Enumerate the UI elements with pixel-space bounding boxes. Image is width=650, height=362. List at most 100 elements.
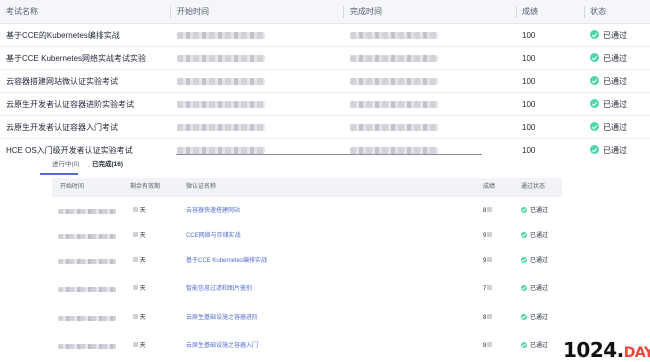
cert-score: 8 — [483, 334, 493, 359]
status-badge: 已通过 — [590, 116, 627, 139]
check-circle-icon — [590, 76, 599, 85]
cert-name-link[interactable]: 智能信息过滤和图片鉴别 — [186, 277, 252, 302]
check-circle-icon — [521, 285, 527, 291]
cert-score: 9 — [483, 224, 493, 249]
redacted-digits — [487, 232, 493, 237]
check-circle-icon — [590, 145, 599, 154]
redacted-digits — [487, 314, 493, 319]
check-circle-icon — [590, 99, 599, 108]
cert-score: 8 — [483, 199, 493, 224]
exam-name: 基于CCE Kubernetes网络实战考试实验 — [6, 54, 147, 63]
validity: 天 — [132, 277, 146, 302]
check-circle-icon — [521, 314, 527, 320]
cert-score: 7 — [483, 277, 493, 302]
check-circle-icon — [521, 342, 527, 348]
status-badge: 已通过 — [590, 70, 627, 93]
check-circle-icon — [590, 53, 599, 62]
redacted-digits — [133, 285, 138, 290]
check-circle-icon — [590, 30, 599, 39]
redacted-digits — [487, 207, 493, 212]
redacted-digits — [133, 232, 138, 237]
col-score: 成绩 — [522, 7, 538, 16]
start-time-redacted — [177, 78, 265, 85]
table-row[interactable]: 天 云原生基础设施之容器入门 8 已通过 — [52, 334, 562, 359]
exam-score: 100 — [522, 123, 536, 132]
redacted-digits — [487, 342, 493, 347]
status-badge: 已通过 — [521, 199, 548, 224]
table-row[interactable]: 云容器搭建网站微认证实验考试 100 已通过 — [0, 70, 650, 93]
status-badge: 已通过 — [521, 277, 548, 302]
table-row[interactable]: 云原生开发者认证容器进阶实验考试 100 已通过 — [0, 93, 650, 116]
status-badge: 已通过 — [590, 24, 627, 47]
check-circle-icon — [590, 122, 599, 131]
redacted-digits — [133, 342, 138, 347]
validity: 天 — [132, 334, 146, 359]
start-time-redacted — [177, 55, 265, 62]
status-badge: 已通过 — [590, 47, 627, 70]
check-circle-icon — [521, 207, 527, 213]
col-start-time: 开始时间 — [177, 7, 209, 16]
redacted-digits — [487, 257, 493, 262]
start-time-redacted — [58, 234, 116, 239]
end-time-redacted — [350, 147, 438, 154]
cert-name-link[interactable]: 云容器快速搭建网站 — [186, 199, 240, 224]
validity: 天 — [132, 306, 146, 331]
status-badge: 已通过 — [521, 249, 548, 274]
cert-score: 8 — [483, 306, 493, 331]
col-cert-name: 微认证名称 — [186, 184, 217, 190]
table-row[interactable]: 天 CCE网络与存储实战 9 已通过 — [52, 224, 562, 249]
table-row[interactable]: 天 云容器快速搭建网站 8 已通过 — [52, 199, 562, 224]
end-time-redacted — [350, 124, 438, 131]
cert-name-link[interactable]: 基于CCE Kubernetes编排实战 — [186, 249, 267, 274]
col-validity: 剩余有效期 — [130, 184, 161, 190]
tab-passed[interactable]: 已完成(16) — [92, 158, 123, 172]
start-time-redacted — [177, 101, 265, 108]
exam-score: 100 — [522, 146, 536, 155]
exam-score: 100 — [522, 31, 536, 40]
cert-name-link[interactable]: CCE网络与存储实战 — [186, 224, 241, 249]
status-badge: 已通过 — [521, 334, 548, 359]
exam-name: 云原生开发者认证容器进阶实验考试 — [6, 100, 134, 109]
check-circle-icon — [521, 257, 527, 263]
start-time-redacted — [177, 32, 265, 39]
table-row[interactable]: 基于CCE Kubernetes网络实战考试实验 100 已通过 — [0, 47, 650, 70]
table-row[interactable]: 天 云原生基础设施之容器进阶 8 已通过 — [52, 306, 562, 331]
col-divider — [584, 6, 585, 18]
start-time-redacted — [58, 287, 116, 292]
end-time-redacted — [350, 101, 438, 108]
start-time-redacted — [177, 147, 265, 154]
check-circle-icon — [521, 232, 527, 238]
validity: 天 — [132, 199, 146, 224]
col-divider — [343, 6, 344, 18]
status-badge: 已通过 — [521, 224, 548, 249]
validity: 天 — [132, 224, 146, 249]
tab-in-progress[interactable]: 进行中(0) — [52, 158, 79, 172]
status-badge: 已通过 — [521, 306, 548, 331]
end-time-redacted — [350, 78, 438, 85]
exam-name: 云容器搭建网站微认证实验考试 — [6, 77, 118, 86]
cert-name-link[interactable]: 云原生基础设施之容器进阶 — [186, 306, 258, 331]
col-divider — [516, 6, 517, 18]
exam-score: 100 — [522, 77, 536, 86]
end-time-redacted — [350, 55, 438, 62]
table-row[interactable]: 天 智能信息过滤和图片鉴别 7 已通过 — [52, 277, 562, 302]
table-row[interactable]: 云原生开发者认证容器入门考试 100 已通过 — [0, 116, 650, 139]
table-row[interactable]: 天 基于CCE Kubernetes编排实战 9 已通过 — [52, 249, 562, 274]
start-time-redacted — [58, 259, 116, 264]
col-start-time: 开始时间 — [60, 184, 85, 190]
redacted-digits — [133, 257, 138, 262]
col-pass-status: 通过状态 — [521, 184, 546, 190]
table-row[interactable]: 基于CCE的Kubernetes编排实战 100 已通过 — [0, 24, 650, 47]
cert-name-link[interactable]: 云原生基础设施之容器入门 — [186, 334, 258, 359]
col-divider — [170, 6, 171, 18]
row-divider — [176, 154, 482, 155]
status-badge: 已通过 — [590, 93, 627, 116]
exam-name: 云原生开发者认证容器入门考试 — [6, 123, 118, 132]
active-tab-indicator — [40, 173, 78, 175]
start-time-redacted — [58, 316, 116, 321]
exam-score: 100 — [522, 100, 536, 109]
col-status: 状态 — [590, 7, 606, 16]
cert-score: 9 — [483, 249, 493, 274]
start-time-redacted — [177, 124, 265, 131]
cert-table-header: 开始时间 剩余有效期 微认证名称 成绩 通过状态 — [52, 178, 562, 197]
